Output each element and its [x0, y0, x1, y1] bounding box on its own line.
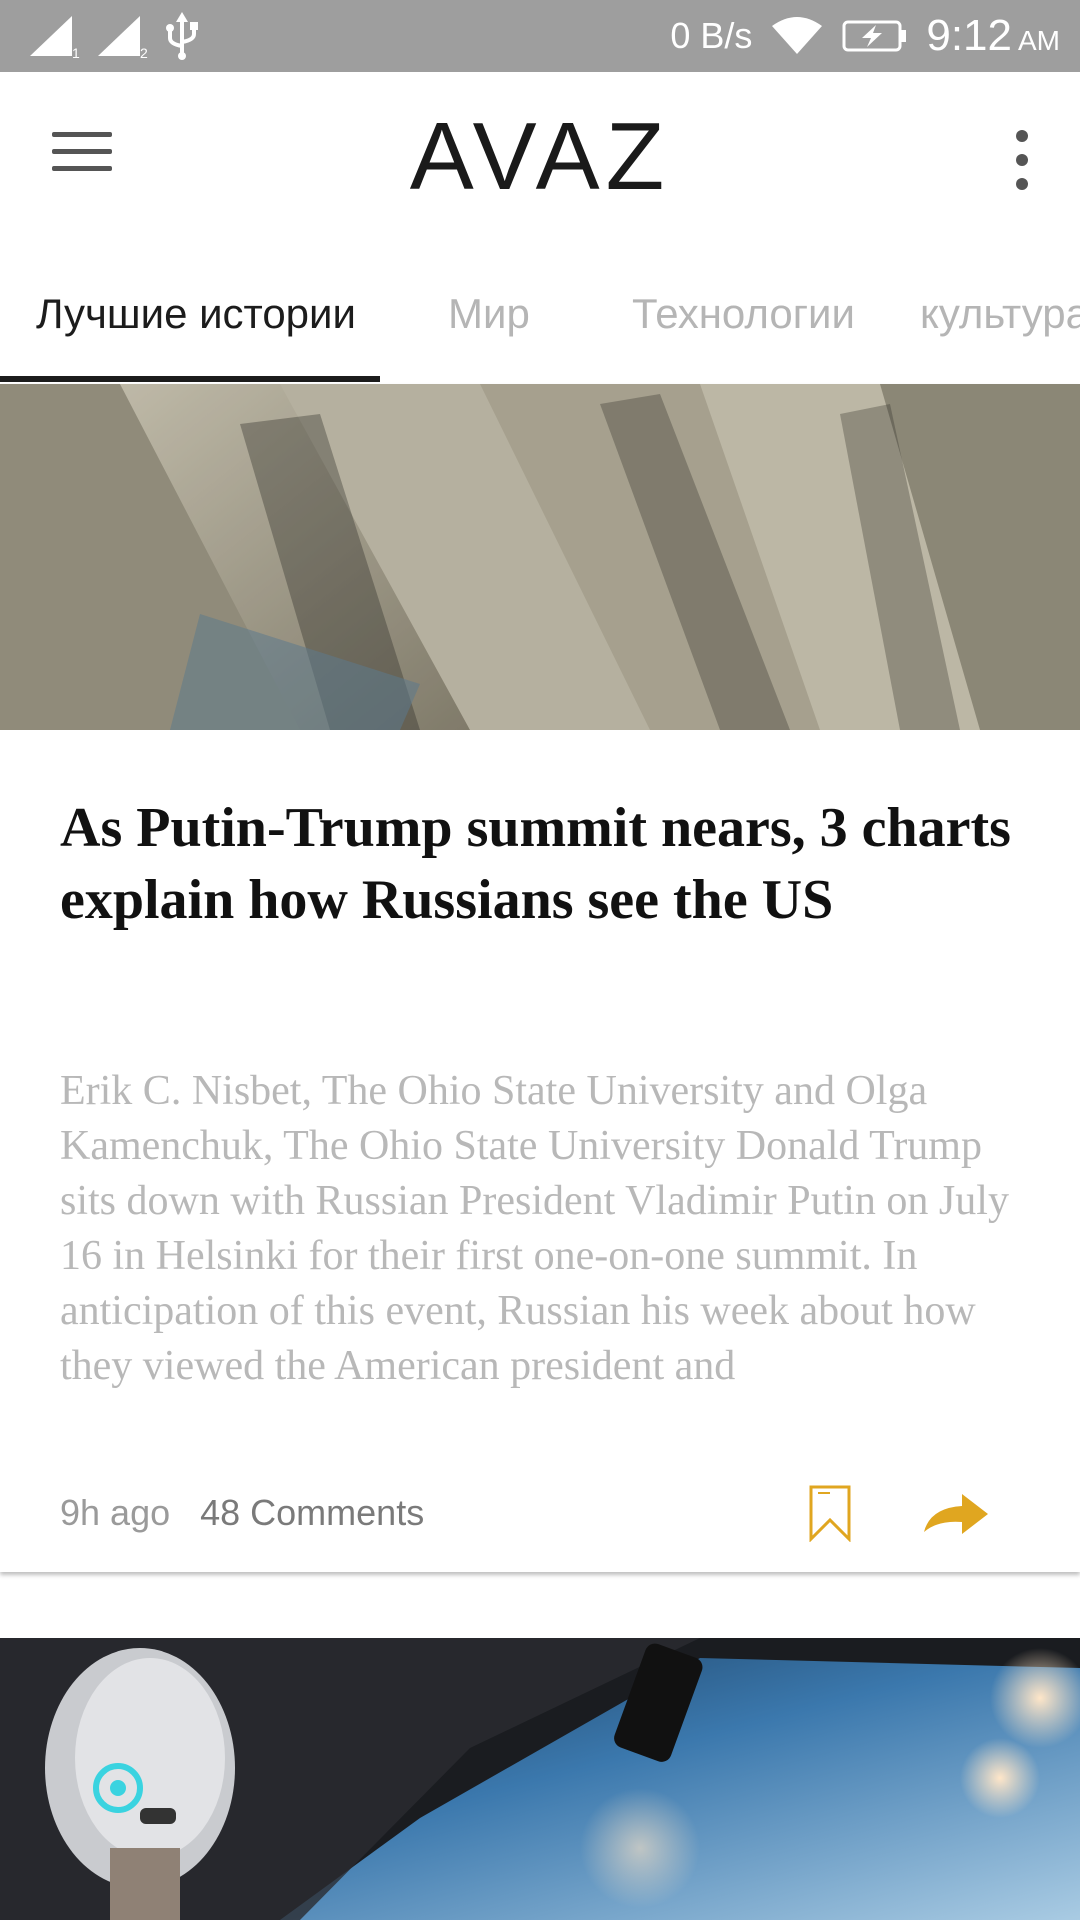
next-article-image[interactable] — [0, 1638, 1080, 1920]
wifi-icon — [772, 17, 823, 54]
status-right: 0 B/s 9:12 AM — [670, 11, 1060, 61]
network-speed: 0 B/s — [670, 15, 753, 56]
article-image[interactable] — [0, 384, 1080, 730]
app-bar: AVAZ — [0, 72, 1080, 240]
status-time-group: 9:12 AM — [926, 11, 1060, 61]
article-comments-link[interactable]: 48 Comments — [200, 1492, 424, 1534]
article-card[interactable]: As Putin-Trump summit nears, 3 charts ex… — [0, 384, 1080, 1572]
signal-icon: 2 — [96, 14, 152, 61]
tab-culture[interactable]: культура — [920, 290, 1080, 338]
article-time: 9h ago — [60, 1492, 171, 1533]
signal-2-label: 2 — [140, 45, 148, 58]
signal-1-label: 1 — [72, 45, 80, 58]
article-summary: Erik C. Nisbet, The Ohio State Universit… — [60, 1068, 1009, 1389]
app-title: AVAZ — [409, 103, 671, 210]
article-meta: 9h ago 48 Comments — [60, 1492, 424, 1534]
tab-technology[interactable]: Технологии — [632, 290, 855, 338]
article-headline[interactable]: As Putin-Trump summit nears, 3 charts ex… — [60, 792, 1020, 936]
overflow-menu-icon[interactable] — [1012, 130, 1032, 190]
bookmark-icon[interactable] — [808, 1484, 852, 1542]
signal-icon: 1 — [28, 14, 84, 61]
status-bar: 1 2 0 B/s 9:12 AM — [0, 0, 1080, 72]
tab-world[interactable]: Мир — [448, 290, 530, 338]
usb-icon — [166, 12, 198, 60]
category-tabs: Лучшие истории Мир Технологии культура — [0, 240, 1080, 382]
tab-top-stories[interactable]: Лучшие истории — [36, 290, 356, 338]
share-icon[interactable] — [922, 1492, 990, 1536]
active-tab-indicator — [0, 376, 380, 382]
status-time: 9:12 — [926, 11, 1012, 60]
battery-icon — [842, 20, 907, 52]
status-left: 1 2 — [28, 12, 200, 61]
status-ampm: AM — [1018, 25, 1060, 56]
